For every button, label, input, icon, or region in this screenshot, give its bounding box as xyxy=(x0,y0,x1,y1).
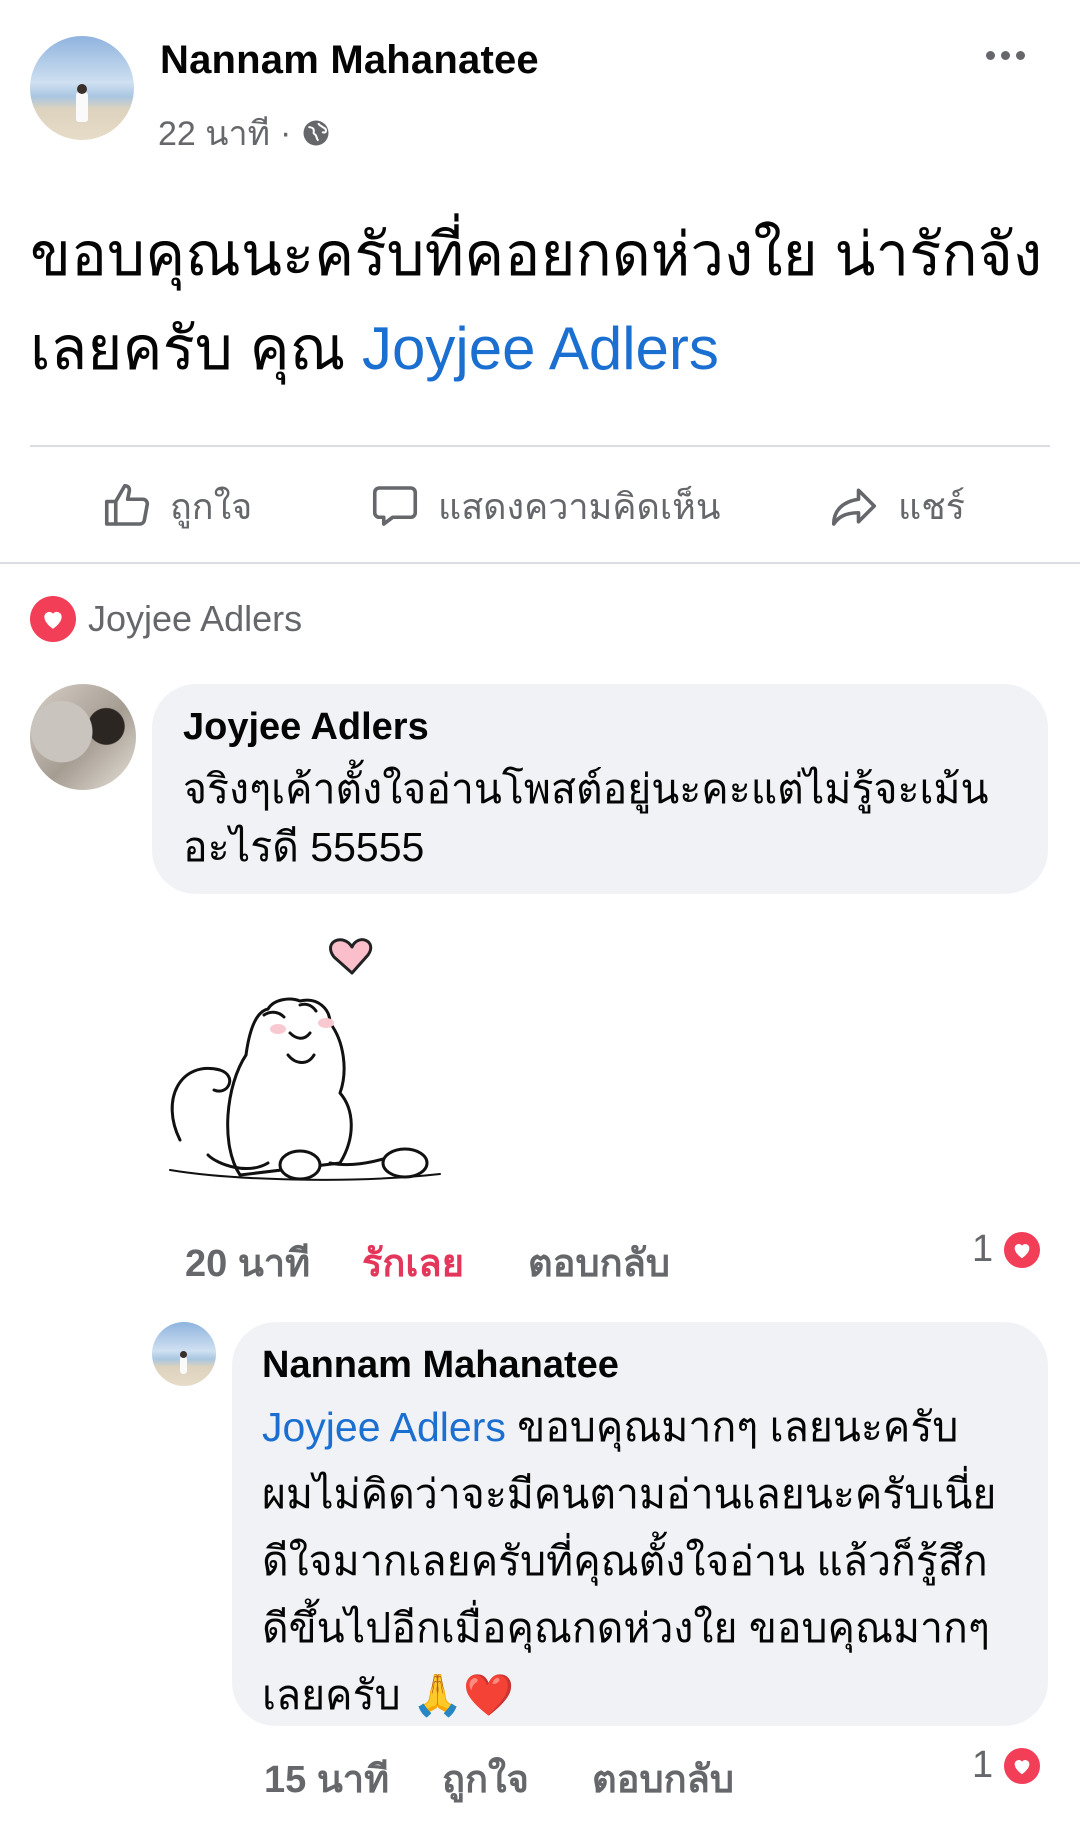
comment-reaction-count[interactable]: 1 xyxy=(972,1228,1044,1271)
reply-like-button[interactable]: ถูกใจ xyxy=(442,1748,529,1809)
comment-label: แสดงความคิดเห็น xyxy=(438,485,721,527)
post-time[interactable]: 22 นาที xyxy=(158,106,270,160)
comment-time[interactable]: 20 นาที xyxy=(185,1232,310,1293)
reaction-summary-name: Joyjee Adlers xyxy=(88,598,303,639)
comment-reaction-number: 1 xyxy=(972,1228,994,1270)
love-reaction-icon xyxy=(1001,1744,1044,1787)
post-text: ขอบคุณนะครับที่คอยกดห่วงใย น่ารักจังเลยค… xyxy=(30,208,1050,396)
reply-text-body: ขอบคุณมากๆ เลยนะครับ ผมไม่คิดว่าจะมีคนตา… xyxy=(262,1404,997,1718)
comment-icon xyxy=(368,479,422,533)
share-icon xyxy=(826,479,882,533)
comment-love-button[interactable]: รักเลย xyxy=(362,1232,464,1293)
divider-bottom xyxy=(0,562,1080,564)
author-avatar[interactable] xyxy=(30,36,134,140)
comment-reply-button[interactable]: ตอบกลับ xyxy=(528,1232,670,1293)
like-button[interactable]: ถูกใจ xyxy=(100,476,252,536)
reply-time[interactable]: 15 นาที xyxy=(264,1748,389,1809)
like-thumb-icon xyxy=(100,479,154,533)
reply-reply-button[interactable]: ตอบกลับ xyxy=(592,1748,734,1809)
reply-reaction-number: 1 xyxy=(972,1744,994,1786)
comment-button[interactable]: แสดงความคิดเห็น xyxy=(368,476,720,536)
like-label: ถูกใจ xyxy=(170,485,253,527)
love-reaction-icon xyxy=(30,596,76,642)
love-reaction-icon xyxy=(1001,1228,1044,1271)
post-meta: 22 นาที · xyxy=(158,106,331,160)
share-button[interactable]: แชร์ xyxy=(826,476,965,536)
more-icon[interactable] xyxy=(986,42,1036,68)
reaction-summary[interactable]: Joyjee Adlers xyxy=(30,596,302,642)
cat-sticker[interactable] xyxy=(150,925,470,1195)
reply-author-name[interactable]: Nannam Mahanatee xyxy=(262,1344,619,1387)
reply-text: Joyjee Adlers ขอบคุณมากๆ เลยนะครับ ผมไม่… xyxy=(262,1394,1002,1729)
divider-top xyxy=(30,445,1050,447)
reply-mention-link[interactable]: Joyjee Adlers xyxy=(262,1404,506,1450)
post-mention-link[interactable]: Joyjee Adlers xyxy=(362,315,719,382)
reply-author-avatar[interactable] xyxy=(152,1322,216,1386)
commenter-avatar[interactable] xyxy=(30,684,136,790)
meta-separator: · xyxy=(280,113,292,152)
globe-icon xyxy=(301,118,331,148)
comment-author-name[interactable]: Joyjee Adlers xyxy=(183,706,429,749)
comment-text: จริงๆเค้าตั้งใจอ่านโพสต์อยู่นะคะแต่ไม่รู… xyxy=(183,766,989,870)
post-author-name[interactable]: Nannam Mahanatee xyxy=(160,38,539,83)
share-label: แชร์ xyxy=(898,485,965,527)
reply-reaction-count[interactable]: 1 xyxy=(972,1744,1044,1787)
